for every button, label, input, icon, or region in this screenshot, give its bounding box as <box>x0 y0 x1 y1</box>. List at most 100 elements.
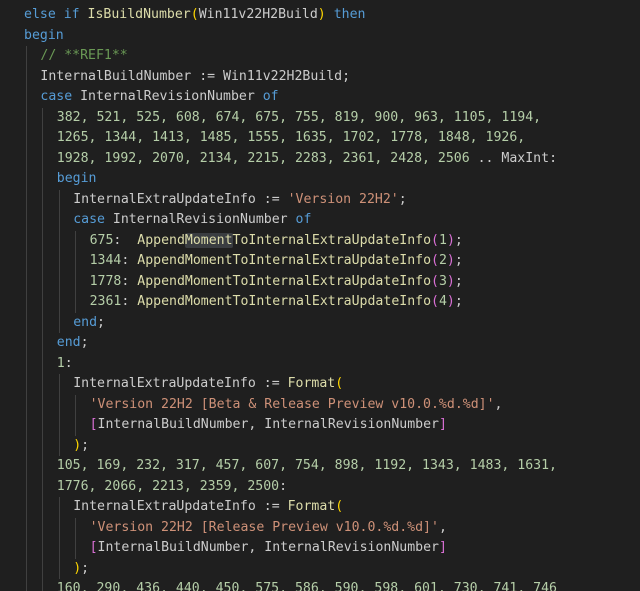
code-token: 675 <box>89 232 114 248</box>
code-token: begin <box>24 27 64 43</box>
code-token: 1 <box>438 232 447 248</box>
code-token: ) <box>446 294 455 309</box>
code-token: := <box>255 376 288 391</box>
code-token: .. <box>469 150 502 166</box>
code-token: case <box>40 89 73 104</box>
code-token: ; <box>342 68 351 84</box>
code-token: 4 <box>438 294 447 309</box>
code-token: : <box>121 294 138 309</box>
code-line: [InternalBuildNumber, InternalRevisionNu… <box>90 538 447 559</box>
indent-guide <box>58 189 60 333</box>
code-token: IsBuildNumber <box>87 7 191 22</box>
code-line: 675: AppendMomentToInternalExtraUpdateIn… <box>90 231 463 252</box>
code-token: begin <box>56 171 97 186</box>
code-token: MaxInt <box>501 150 550 166</box>
code-line: case InternalRevisionNumber of <box>40 87 278 108</box>
code-token: 2361 <box>89 294 122 309</box>
code-token: , <box>248 540 265 555</box>
code-token: InternalBuildNumber <box>97 540 249 555</box>
code-token: then <box>333 7 366 22</box>
code-line: // **REF1** <box>40 46 127 67</box>
code-token: 1928, 1992, 2070, 2134, 2215, 2283, 2361… <box>56 150 470 166</box>
code-token: Format <box>287 499 336 514</box>
indent-guide <box>26 46 27 591</box>
indent-guide <box>75 230 77 313</box>
code-token: Format <box>287 376 336 391</box>
code-token: InternalExtraUpdateInfo <box>73 191 256 207</box>
code-token: ; <box>81 560 90 576</box>
code-token: Win11v22H2Build <box>223 68 343 84</box>
code-token: // **REF1** <box>40 48 128 63</box>
code-token: ) <box>73 560 82 576</box>
code-line: begin <box>24 26 64 47</box>
code-line: 1: <box>57 354 73 375</box>
code-token: ; <box>81 437 90 453</box>
code-token: Moment <box>184 232 233 248</box>
indent-guide <box>58 497 60 579</box>
code-token: [ <box>89 417 98 432</box>
code-token: ; <box>454 294 463 309</box>
code-token: InternalBuildNumber <box>40 68 192 84</box>
code-line: 'Version 22H2 [Release Preview v10.0.%d.… <box>90 518 447 539</box>
code-token: ] <box>438 540 447 555</box>
code-token: InternalExtraUpdateInfo <box>73 499 256 514</box>
code-token: := <box>255 499 288 514</box>
code-token: InternalExtraUpdateInfo <box>73 376 256 391</box>
code-token: ( <box>431 253 439 268</box>
code-token: ; <box>80 335 89 350</box>
code-token: ( <box>431 294 439 309</box>
code-line: 1776, 2066, 2213, 2359, 2500: <box>57 477 287 498</box>
code-token: of <box>262 89 279 104</box>
code-line: begin <box>57 169 97 190</box>
code-token: ; <box>97 314 105 330</box>
code-token: ; <box>454 232 463 248</box>
code-line: 1928, 1992, 2070, 2134, 2215, 2283, 2361… <box>57 149 557 170</box>
code-line: end; <box>57 333 89 354</box>
code-token: ) <box>73 437 82 453</box>
code-token: : <box>64 355 73 371</box>
code-token: 1778 <box>89 273 122 289</box>
code-token: ; <box>398 191 407 207</box>
code-token: InternalBuildNumber <box>97 417 249 432</box>
code-line: InternalExtraUpdateInfo := Format( <box>73 374 343 395</box>
code-token: , <box>248 417 265 432</box>
code-token: end <box>56 335 81 350</box>
code-token: 1265, 1344, 1413, 1485, 1555, 1635, 1702… <box>56 130 526 145</box>
code-token: 1 <box>56 355 65 371</box>
code-line: 'Version 22H2 [Beta & Release Preview v1… <box>90 395 503 416</box>
indent-guide <box>42 107 44 591</box>
code-token: 2 <box>438 253 447 268</box>
code-token: ) <box>446 232 455 248</box>
code-token: ( <box>431 273 439 289</box>
code-line: 1265, 1344, 1413, 1485, 1555, 1635, 1702… <box>57 128 525 149</box>
code-token: InternalRevisionNumber <box>264 417 439 432</box>
code-token: 3 <box>438 273 447 289</box>
code-token: := <box>255 191 288 207</box>
code-token: ( <box>431 232 439 248</box>
code-line: [InternalBuildNumber, InternalRevisionNu… <box>90 415 447 436</box>
code-token: 105, 169, 232, 317, 457, 607, 754, 898, … <box>56 458 557 473</box>
code-token: else if <box>24 7 80 22</box>
code-token: ) <box>446 253 455 268</box>
code-token: 1776, 2066, 2213, 2359, 2500 <box>56 478 280 494</box>
code-token: AppendMomentToInternalExtraUpdateInfo <box>137 273 432 289</box>
indent-guide <box>75 394 77 436</box>
indent-guide <box>75 517 77 559</box>
code-token: Append <box>137 232 185 248</box>
code-token: ( <box>190 7 199 22</box>
code-editor[interactable]: else if IsBuildNumber(Win11v22H2Build) t… <box>0 0 640 591</box>
code-token: ( <box>335 376 344 391</box>
code-token: 160, 290, 436, 440, 450, 575, 586, 590, … <box>56 581 557 591</box>
code-token: 'Version 22H2' <box>287 191 399 207</box>
code-token: := <box>191 68 224 84</box>
code-line: end; <box>73 313 105 334</box>
code-token: AppendMomentToInternalExtraUpdateInfo <box>137 253 432 268</box>
code-token: AppendMomentToInternalExtraUpdateInfo <box>137 294 432 309</box>
code-token: , <box>494 396 503 412</box>
code-token: [ <box>89 540 98 555</box>
